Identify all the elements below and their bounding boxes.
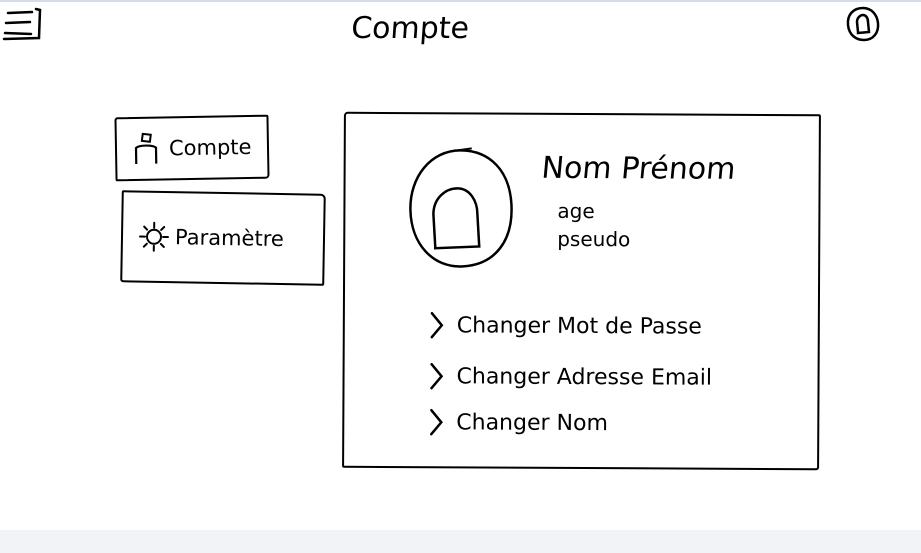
profile-icon xyxy=(846,6,880,42)
user-pseudo: pseudo xyxy=(557,226,631,252)
sidebar-item-label: Compte xyxy=(168,134,252,161)
chevron-right-icon xyxy=(430,362,444,390)
top-border xyxy=(0,0,921,2)
hamburger-menu-icon xyxy=(2,7,42,41)
sidebar-item-label: Paramètre xyxy=(174,225,284,252)
bottom-strip xyxy=(0,530,921,553)
avatar-placeholder-icon xyxy=(409,147,513,268)
change-name-link[interactable]: Changer Nom xyxy=(426,407,608,438)
user-icon xyxy=(134,132,158,164)
change-email-link[interactable]: Changer Adresse Email xyxy=(426,361,712,392)
page-title: Compte xyxy=(350,11,471,46)
menu-button[interactable] xyxy=(2,6,42,42)
change-name-label: Changer Nom xyxy=(456,409,608,436)
change-email-label: Changer Adresse Email xyxy=(456,363,713,391)
sidebar-item-parametre[interactable]: Paramètre xyxy=(120,190,326,286)
sidebar-item-compte[interactable]: Compte xyxy=(114,114,270,182)
chevron-right-icon xyxy=(429,408,443,436)
gear-icon xyxy=(139,221,170,252)
chevron-right-icon xyxy=(430,311,444,339)
change-password-label: Changer Mot de Passe xyxy=(456,312,702,340)
user-age: age xyxy=(557,198,595,224)
account-card: Nom Prénom age pseudo Changer Mot de Pas… xyxy=(342,111,821,471)
change-password-link[interactable]: Changer Mot de Passe xyxy=(427,310,702,341)
profile-button[interactable] xyxy=(844,5,882,43)
user-name: Nom Prénom xyxy=(540,150,738,187)
